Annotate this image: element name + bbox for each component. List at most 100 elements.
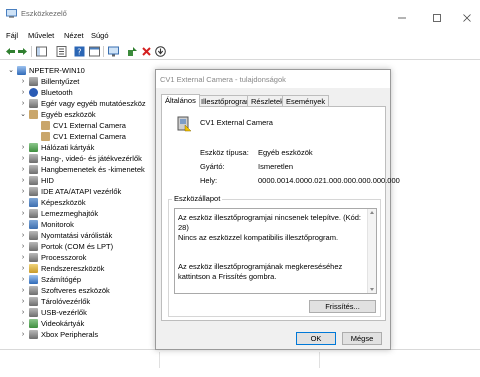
- status-scrollbar[interactable]: [367, 209, 376, 293]
- status-line: Az eszköz illesztőprogramjának megkeresé…: [178, 262, 343, 281]
- dialog-title-bar: CV1 External Camera - tulajdonságok: [156, 70, 390, 88]
- chevron-right-icon[interactable]: ›: [19, 252, 27, 263]
- tree-item-label: Processzorok: [41, 253, 87, 262]
- maximize-icon[interactable]: [432, 13, 442, 23]
- monitor-scan-icon[interactable]: [108, 46, 119, 57]
- chevron-right-icon[interactable]: ›: [19, 208, 27, 219]
- device-status-textbox[interactable]: Az eszköz illesztőprogramjai nincsenek t…: [174, 208, 377, 294]
- usb-icon: [29, 308, 38, 317]
- chevron-right-icon[interactable]: ›: [19, 263, 27, 274]
- camera-icon: [29, 198, 38, 207]
- processor-icon: [29, 253, 38, 262]
- refresh-button[interactable]: Frissítés...: [309, 300, 376, 313]
- scroll-up-icon[interactable]: [370, 211, 374, 214]
- chevron-right-icon[interactable]: ›: [19, 274, 27, 285]
- chevron-right-icon[interactable]: ›: [19, 318, 27, 329]
- chevron-right-icon[interactable]: ›: [19, 153, 27, 164]
- general-tab-panel: CV1 External Camera Eszköz típusa: Egyéb…: [161, 106, 400, 321]
- tree-item-label: Számítógép: [41, 275, 82, 284]
- device-tree: ⌄ NPETER-WIN10 › Billentyűzet › Bluetoot…: [0, 61, 150, 361]
- tree-item-label: IDE ATA/ATAPI vezérlők: [41, 187, 122, 196]
- tree-item-label: Portok (COM és LPT): [41, 242, 114, 251]
- status-line: Az eszköz illesztőprogramjai nincsenek t…: [178, 213, 362, 232]
- tree-item-label: Képeszközök: [41, 198, 86, 207]
- tree-item-label: USB-vezérlők: [41, 308, 87, 317]
- status-bar-segment: [0, 352, 160, 368]
- menu-help[interactable]: Súgó: [91, 31, 109, 40]
- chevron-right-icon[interactable]: ›: [19, 175, 27, 186]
- keyboard-icon: [29, 77, 38, 86]
- storage-icon: [29, 297, 38, 306]
- status-line: Nincs az eszközzel kompatibilis illesztő…: [178, 233, 339, 242]
- chevron-right-icon[interactable]: ›: [19, 98, 27, 109]
- other-devices-icon: [29, 110, 38, 119]
- chevron-right-icon[interactable]: ›: [19, 329, 27, 340]
- tree-item-label: Lemezmeghajtók: [41, 209, 99, 218]
- chevron-right-icon[interactable]: ›: [19, 307, 27, 318]
- help-icon[interactable]: ?: [74, 46, 85, 57]
- uninstall-icon[interactable]: [141, 46, 152, 57]
- mouse-icon: [29, 99, 38, 108]
- toolbar: ?: [0, 43, 480, 60]
- download-icon[interactable]: [155, 46, 166, 57]
- view-icon[interactable]: [89, 46, 100, 57]
- tree-item-label: Egyéb eszközök: [41, 110, 96, 119]
- update-driver-icon[interactable]: [127, 46, 138, 57]
- tree-item-label: Videokártyák: [41, 319, 85, 328]
- hid-icon: [29, 176, 38, 185]
- chevron-right-icon[interactable]: ›: [19, 285, 27, 296]
- chevron-right-icon[interactable]: ›: [19, 197, 27, 208]
- chevron-right-icon[interactable]: ›: [19, 241, 27, 252]
- tree-item-label: Szoftveres eszközök: [41, 286, 110, 295]
- device-status-group: Eszközállapot Az eszköz illesztőprogramj…: [168, 194, 381, 317]
- manufacturer-label: Gyártó:: [200, 162, 225, 171]
- tree-item-label: Hangbemenetek és -kimenetek: [41, 165, 145, 174]
- title-bar: Eszközkezelő: [0, 0, 480, 28]
- tree-item-label: Hang-, videó- és játékvezérlők: [41, 154, 142, 163]
- tab-general[interactable]: Általános: [161, 94, 200, 107]
- properties-icon[interactable]: [56, 46, 67, 57]
- manufacturer-value: Ismeretlen: [258, 162, 294, 171]
- bluetooth-icon: [29, 88, 38, 97]
- printer-icon: [29, 231, 38, 240]
- system-icon: [29, 264, 38, 273]
- network-adapter-icon: [29, 143, 38, 152]
- tree-item-label: Xbox Peripherals: [41, 330, 99, 339]
- chevron-right-icon[interactable]: ›: [19, 230, 27, 241]
- close-icon[interactable]: [462, 13, 472, 23]
- chevron-right-icon[interactable]: ›: [19, 87, 27, 98]
- device-type-value: Egyéb eszközök: [258, 148, 313, 157]
- scroll-down-icon[interactable]: [370, 288, 374, 291]
- forward-arrow-icon[interactable]: [17, 46, 28, 57]
- chevron-right-icon[interactable]: ›: [19, 76, 27, 87]
- cancel-button[interactable]: Mégse: [342, 332, 382, 345]
- tree-item-label: Tárolóvezérlők: [41, 297, 91, 306]
- chevron-right-icon[interactable]: ›: [19, 296, 27, 307]
- chevron-right-icon[interactable]: ›: [19, 219, 27, 230]
- device-manager-icon: [6, 9, 17, 18]
- location-value: 0000.0014.0000.021.000.000.000.000.000: [258, 176, 400, 185]
- chevron-down-icon[interactable]: ⌄: [19, 109, 27, 120]
- ide-icon: [29, 187, 38, 196]
- window-title: Eszközkezelő: [21, 9, 67, 18]
- minimize-icon[interactable]: [397, 13, 407, 23]
- device-type-label: Eszköz típusa:: [200, 148, 249, 157]
- disk-icon: [29, 209, 38, 218]
- menu-view[interactable]: Nézet: [64, 31, 84, 40]
- tree-item-label: Nyomtatási várólisták: [41, 231, 113, 240]
- sound-icon: [29, 154, 38, 163]
- chevron-right-icon[interactable]: ›: [19, 142, 27, 153]
- menu-bar: Fájl Művelet Nézet Súgó: [0, 28, 480, 42]
- menu-file[interactable]: Fájl: [6, 31, 18, 40]
- dialog-title: CV1 External Camera - tulajdonságok: [160, 75, 286, 84]
- toolbar-separator: [103, 46, 104, 57]
- back-arrow-icon[interactable]: [5, 46, 16, 57]
- device-status-title: Eszközállapot: [172, 194, 223, 203]
- show-hide-tree-icon[interactable]: [36, 46, 47, 57]
- menu-action[interactable]: Művelet: [28, 31, 54, 40]
- chevron-down-icon[interactable]: ⌄: [7, 65, 15, 76]
- chevron-right-icon[interactable]: ›: [19, 164, 27, 175]
- ok-button[interactable]: OK: [296, 332, 336, 345]
- chevron-right-icon[interactable]: ›: [19, 186, 27, 197]
- status-bar-segment: [160, 352, 320, 368]
